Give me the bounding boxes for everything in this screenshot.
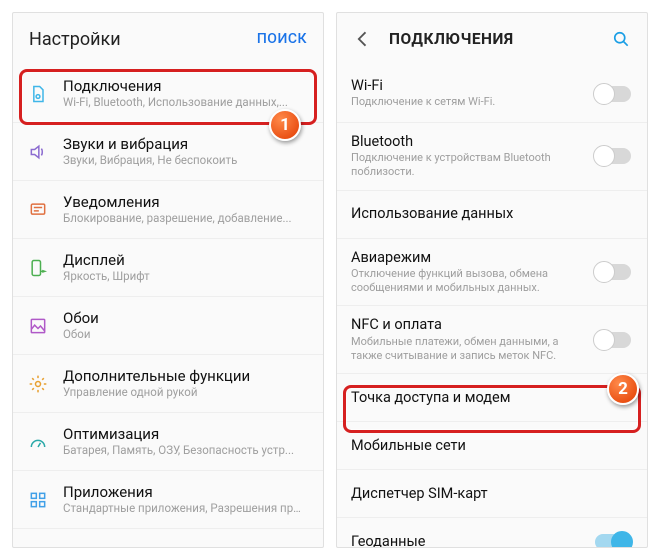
page-title: Настройки — [29, 29, 121, 50]
settings-header: Настройки ПОИСК — [13, 13, 323, 65]
item-subtitle: Мобильные платежи, обмен данными, а такж… — [351, 335, 581, 364]
display-icon — [27, 257, 49, 279]
item-subtitle: Стандартные приложения, Разрешения при..… — [63, 501, 307, 516]
list-item-notifications[interactable]: Уведомления Блокирование, разрешение, до… — [13, 181, 323, 239]
item-title: Использование данных — [351, 205, 631, 223]
item-title: Bluetooth — [351, 133, 581, 151]
grid-icon — [27, 489, 49, 511]
item-title: Диспетчер SIM-карт — [351, 485, 631, 503]
item-title: NFC и оплата — [351, 316, 581, 334]
connections-list: Wi-Fi Подключение к сетям Wi-Fi. Bluetoo… — [337, 65, 647, 547]
search-button[interactable] — [611, 29, 631, 49]
nfc-toggle[interactable] — [595, 332, 631, 348]
item-title: Геоданные — [351, 533, 581, 547]
item-title: Мобильные сети — [351, 437, 631, 455]
item-title: Приложения — [63, 483, 307, 502]
item-title: Подключения — [63, 77, 307, 96]
item-subtitle: Wi-Fi, Bluetooth, Использование данных,.… — [63, 95, 307, 110]
bluetooth-toggle[interactable] — [595, 148, 631, 164]
page-title: ПОДКЛЮЧЕНИЯ — [389, 30, 514, 48]
list-item-bluetooth[interactable]: Bluetooth Подключение к устройствам Blue… — [337, 123, 647, 191]
search-button[interactable]: ПОИСК — [257, 31, 307, 47]
item-subtitle: Батарея, Память, ОЗУ, Безопасность устр.… — [63, 443, 307, 458]
item-title: Обои — [63, 309, 307, 328]
speedometer-icon — [27, 431, 49, 453]
list-item-mobile-networks[interactable]: Мобильные сети — [337, 422, 647, 470]
list-item-data-usage[interactable]: Использование данных — [337, 191, 647, 239]
gear-icon — [27, 373, 49, 395]
notification-icon — [27, 199, 49, 221]
connections-screen: ПОДКЛЮЧЕНИЯ Wi-Fi Подключение к сетям Wi… — [336, 12, 648, 548]
list-item-wifi[interactable]: Wi-Fi Подключение к сетям Wi-Fi. — [337, 65, 647, 123]
item-subtitle: Подключение к сетям Wi-Fi. — [351, 95, 581, 109]
item-subtitle: Обои — [63, 327, 307, 342]
list-item-location[interactable]: Геоданные — [337, 518, 647, 547]
connections-header: ПОДКЛЮЧЕНИЯ — [337, 13, 647, 65]
item-title: Оптимизация — [63, 425, 307, 444]
item-subtitle: Блокирование, разрешение, добавление... — [63, 211, 307, 226]
list-item-wallpaper[interactable]: Обои Обои — [13, 297, 323, 355]
item-subtitle: Управление одной рукой — [63, 385, 307, 400]
item-title: Wi-Fi — [351, 77, 581, 95]
list-item-display[interactable]: Дисплей Яркость, Шрифт — [13, 239, 323, 297]
list-item-lockscreen[interactable]: Экран блокировки и защита — [13, 529, 323, 547]
item-title: Дисплей — [63, 251, 307, 270]
list-item-nfc[interactable]: NFC и оплата Мобильные платежи, обмен да… — [337, 306, 647, 374]
location-toggle[interactable] — [595, 534, 631, 547]
list-item-apps[interactable]: Приложения Стандартные приложения, Разре… — [13, 471, 323, 529]
settings-screen: Настройки ПОИСК Подключения Wi-Fi, Bluet… — [12, 12, 324, 548]
step-marker-2: 2 — [607, 373, 639, 405]
item-title: Звуки и вибрация — [63, 135, 307, 154]
lock-icon — [27, 547, 49, 548]
item-title: Точка доступа и модем — [351, 389, 631, 407]
list-item-airplane[interactable]: Авиарежим Отключение функций вызова, обм… — [337, 239, 647, 307]
item-title: Дополнительные функции — [63, 367, 307, 386]
item-title: Авиарежим — [351, 249, 581, 267]
item-title: Уведомления — [63, 193, 307, 212]
list-item-hotspot[interactable]: Точка доступа и модем — [337, 374, 647, 422]
item-subtitle: Подключение к устройствам Bluetooth побл… — [351, 151, 581, 180]
back-button[interactable] — [353, 29, 373, 49]
list-item-sim-manager[interactable]: Диспетчер SIM-карт — [337, 470, 647, 518]
item-subtitle: Отключение функций вызова, обмена сообще… — [351, 267, 581, 296]
airplane-toggle[interactable] — [595, 264, 631, 280]
wifi-toggle[interactable] — [595, 86, 631, 102]
speaker-icon — [27, 141, 49, 163]
list-item-optimization[interactable]: Оптимизация Батарея, Память, ОЗУ, Безопа… — [13, 413, 323, 471]
item-subtitle: Звуки, Вибрация, Не беспокоить — [63, 153, 307, 168]
step-marker-1: 1 — [269, 109, 301, 141]
list-item-advanced[interactable]: Дополнительные функции Управление одной … — [13, 355, 323, 413]
item-subtitle: Яркость, Шрифт — [63, 269, 307, 284]
wallpaper-icon — [27, 315, 49, 337]
sim-icon — [27, 83, 49, 105]
